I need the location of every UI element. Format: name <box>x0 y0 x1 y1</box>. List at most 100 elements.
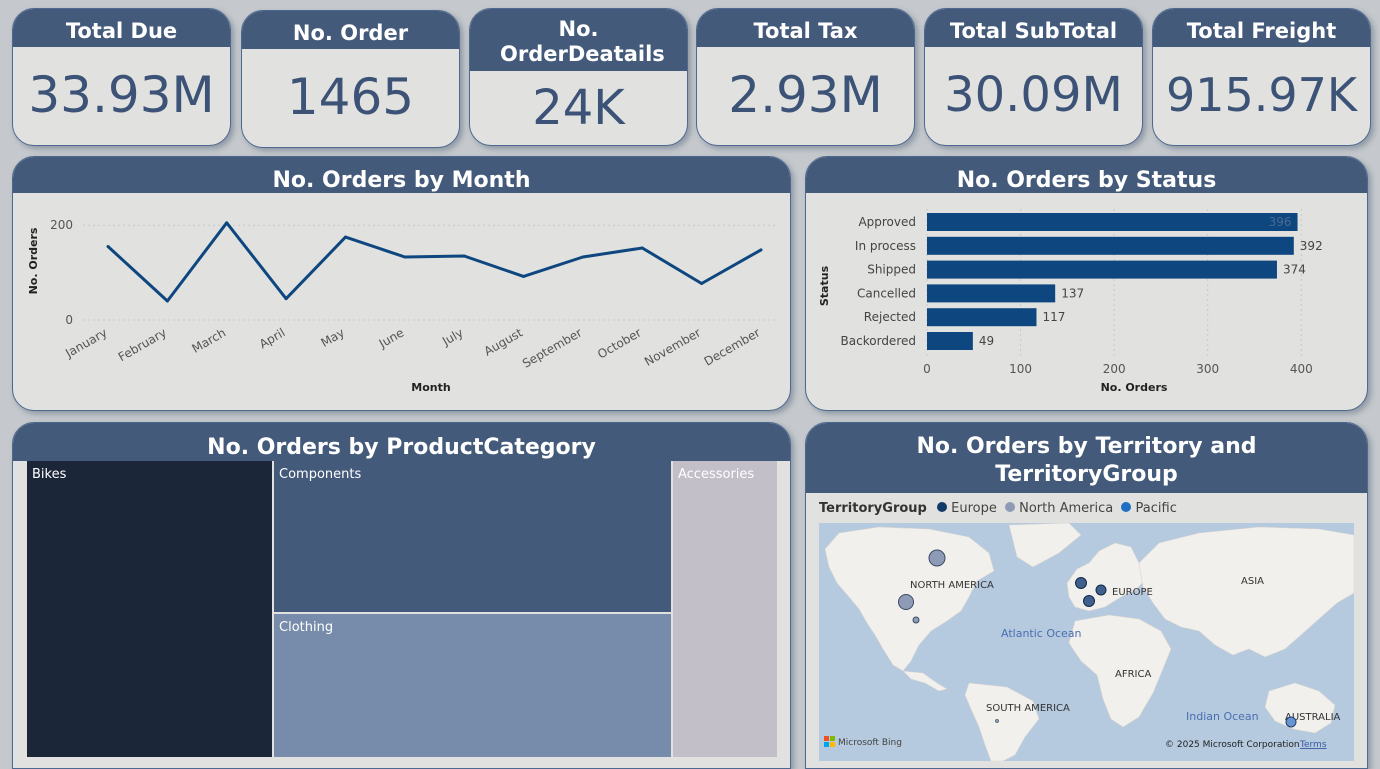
kpi-label: No. OrderDeatails <box>470 9 687 71</box>
status-bar-rejected <box>927 308 1037 327</box>
map-terms-link[interactable]: Terms <box>1299 740 1327 750</box>
status-label-shipped: Shipped <box>867 263 916 277</box>
treemap-cell-components[interactable]: Components <box>274 461 671 612</box>
y-tick-label: 200 <box>50 218 73 232</box>
kpi-value: 33.93M <box>28 66 215 124</box>
data-point-january <box>106 245 110 249</box>
data-point-september <box>581 255 585 259</box>
data-point-august <box>522 274 526 278</box>
x-tick-label: December <box>702 325 763 368</box>
bubble-europe-germany[interactable] <box>1095 584 1107 596</box>
label-africa: AFRICA <box>1115 669 1151 680</box>
map-legend: TerritoryGroup Europe North America Paci… <box>819 501 1177 516</box>
kpi-value: 915.97K <box>1165 68 1358 122</box>
panel-title: No. Orders by Status <box>806 157 1367 193</box>
kpi-card-total-due[interactable]: Total Due 33.93M <box>12 8 231 146</box>
panel-title-line2: TerritoryGroup <box>995 462 1178 487</box>
panel-title: No. Orders by ProductCategory <box>13 423 790 461</box>
world-map[interactable]: NORTH AMERICA EUROPE ASIA Atlantic Ocean… <box>819 523 1354 761</box>
legend-item-pacific[interactable]: Pacific <box>1136 501 1177 516</box>
orders-by-status-panel[interactable]: No. Orders by Status 0 100 200 300 400 Approv… <box>805 156 1368 411</box>
kpi-card-total-subtotal[interactable]: Total SubTotal 30.09M <box>924 8 1143 146</box>
data-point-november <box>700 282 704 286</box>
x-axis-title: No. Orders <box>1101 381 1168 394</box>
treemap-label: Clothing <box>279 620 334 635</box>
data-label: 374 <box>1283 263 1306 277</box>
data-point-may <box>343 235 347 239</box>
x-tick-label: 400 <box>1290 362 1313 376</box>
kpi-label: Total Tax <box>697 9 914 47</box>
label-atlantic-ocean: Atlantic Ocean <box>1001 627 1082 640</box>
data-label: 137 <box>1061 286 1084 300</box>
x-tick-label: 100 <box>1009 362 1032 376</box>
data-point-july <box>462 254 466 258</box>
orders-by-status-chart: 0 100 200 300 400 Approved 396 In process 392 Shi… <box>818 209 1323 394</box>
orders-by-territory-panel[interactable]: No. Orders by Territory and TerritoryGro… <box>805 422 1368 769</box>
label-asia: ASIA <box>1241 576 1264 587</box>
y-axis-title: No. Orders <box>27 227 40 294</box>
x-tick-label: November <box>642 325 703 368</box>
label-south-america: SOUTH AMERICA <box>986 703 1070 714</box>
map-copyright: © 2025 Microsoft Corporation <box>1165 740 1300 750</box>
treemap-label: Accessories <box>678 467 755 482</box>
data-point-february <box>165 299 169 303</box>
orders-by-month-chart: 0 200 January February March April May June July… <box>27 218 775 394</box>
kpi-card-total-tax[interactable]: Total Tax 2.93M <box>696 8 915 146</box>
label-europe: EUROPE <box>1112 587 1153 598</box>
legend-dot-north-america <box>1004 502 1015 512</box>
y-tick-label: 0 <box>65 313 73 327</box>
data-label: 396 <box>1269 215 1292 229</box>
orders-by-category-panel[interactable]: No. Orders by ProductCategory Bikes Comp… <box>12 422 791 769</box>
data-point-april <box>284 297 288 301</box>
kpi-value: 1465 <box>286 68 415 126</box>
treemap-cell-bikes[interactable]: Bikes <box>27 461 272 757</box>
bubble-pacific-australia[interactable] <box>1285 716 1297 728</box>
x-tick-label: 0 <box>923 362 931 376</box>
label-north-america: NORTH AMERICA <box>910 580 994 591</box>
legend-item-north-america[interactable]: North America <box>1019 501 1113 516</box>
bubble-north-america-west[interactable] <box>898 594 914 610</box>
treemap-label: Components <box>279 467 362 482</box>
status-label-rejected: Rejected <box>864 310 916 324</box>
status-bar-cancelled <box>927 284 1056 303</box>
treemap-cell-accessories[interactable]: Accessories <box>673 461 777 757</box>
bubble-north-america-canada[interactable] <box>928 549 946 567</box>
y-axis-title: Status <box>818 265 831 306</box>
bubble-south-america <box>995 719 999 723</box>
bubble-europe-uk[interactable] <box>1075 577 1087 589</box>
data-point-october <box>640 246 644 250</box>
data-label: 392 <box>1300 239 1323 253</box>
panel-title-line1: No. Orders by Territory and <box>916 434 1257 459</box>
status-bar-in-process <box>927 236 1294 255</box>
data-label: 49 <box>979 334 994 348</box>
x-tick-label: July <box>439 325 466 348</box>
data-point-march <box>225 221 229 225</box>
kpi-card-no-orderdetails[interactable]: No. OrderDeatails 24K <box>469 8 688 146</box>
x-tick-label: June <box>376 325 407 351</box>
x-tick-label: January <box>62 325 109 360</box>
orders-by-category-treemap: Bikes Components Clothing Accessories <box>27 461 777 761</box>
kpi-label: Total Freight <box>1153 9 1370 47</box>
orders-line-series <box>106 221 762 303</box>
bubble-north-america-southwest[interactable] <box>912 616 920 624</box>
x-tick-label: September <box>520 325 584 370</box>
kpi-label: Total Due <box>13 9 230 47</box>
treemap-cell-clothing[interactable]: Clothing <box>274 614 671 757</box>
data-point-december <box>759 248 763 252</box>
bubble-europe-france[interactable] <box>1083 595 1095 607</box>
x-tick-label: May <box>318 325 346 350</box>
bing-logo-text: Microsoft Bing <box>838 738 902 748</box>
panel-title: No. Orders by Month <box>13 157 790 193</box>
status-bar-shipped <box>927 260 1277 279</box>
orders-by-month-panel[interactable]: No. Orders by Month 0 200 January February M… <box>12 156 791 411</box>
kpi-card-no-order[interactable]: No. Order 1465 <box>241 10 460 148</box>
panel-title: No. Orders by Territory and TerritoryGro… <box>806 423 1367 493</box>
label-indian-ocean: Indian Ocean <box>1186 710 1259 723</box>
legend-item-europe[interactable]: Europe <box>951 501 997 516</box>
data-label: 117 <box>1042 310 1065 324</box>
kpi-value: 2.93M <box>728 66 883 124</box>
kpi-card-total-freight[interactable]: Total Freight 915.97K <box>1152 8 1371 146</box>
kpi-label: No. Order <box>242 11 459 49</box>
x-tick-label: August <box>482 325 526 358</box>
x-tick-label: 300 <box>1196 362 1219 376</box>
